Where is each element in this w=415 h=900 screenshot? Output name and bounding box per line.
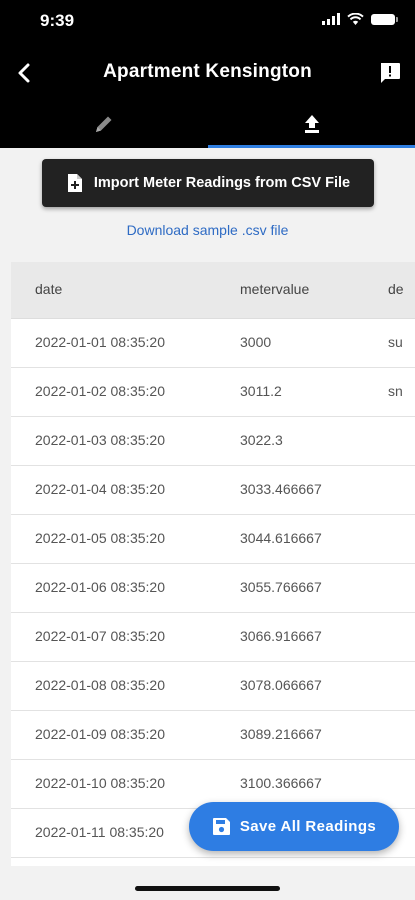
readings-table: date metervalue de 2022-01-01 08:35:20 30… [11, 262, 415, 866]
cell-metervalue: 3100.366667 [240, 775, 322, 791]
wifi-icon [347, 13, 364, 25]
table-row: 2022-01-06 08:35:20 3055.766667 [11, 564, 415, 613]
cell-metervalue: 3000 [240, 334, 272, 350]
cell-metervalue: 3022.3 [240, 432, 283, 448]
status-icons [322, 13, 398, 25]
cell-metervalue: 3066.916667 [240, 628, 322, 644]
cell-date: 2022-01-01 08:35:20 [35, 334, 165, 350]
table-row: 2022-01-05 08:35:20 3044.616667 [11, 515, 415, 564]
table-row: 2022-01-01 08:35:20 3000 su [11, 319, 415, 368]
table-header: date metervalue de [11, 262, 415, 319]
page-title: Apartment Kensington [103, 61, 312, 82]
cell-date: 2022-01-02 08:35:20 [35, 383, 165, 399]
cell-date: 2022-01-11 08:35:20 [35, 824, 164, 840]
import-csv-button[interactable]: Import Meter Readings from CSV File [42, 159, 374, 207]
table-row: 2022-01-03 08:35:20 3022.3 [11, 417, 415, 466]
column-header-description[interactable]: de [388, 281, 404, 297]
home-indicator [135, 886, 280, 891]
cell-date: 2022-01-03 08:35:20 [35, 432, 165, 448]
app-header: 9:39 Apartment Kensington [0, 0, 415, 148]
cell-date: 2022-01-09 08:35:20 [35, 726, 165, 742]
table-row: 2022-01-04 08:35:20 3033.466667 [11, 466, 415, 515]
table-row: 2022-01-09 08:35:20 3089.216667 [11, 711, 415, 760]
column-header-date[interactable]: date [35, 281, 62, 297]
save-all-readings-label: Save All Readings [239, 818, 377, 835]
download-sample-link[interactable]: Download sample .csv file [0, 222, 415, 238]
cell-metervalue: 3055.766667 [240, 579, 322, 595]
cell-date: 2022-01-05 08:35:20 [35, 530, 165, 546]
tab-edit[interactable] [0, 100, 207, 148]
import-csv-label: Import Meter Readings from CSV File [93, 175, 351, 191]
nav-bar: Apartment Kensington [0, 52, 415, 96]
cell-date: 2022-01-06 08:35:20 [35, 579, 165, 595]
table-row: 2022-01-02 08:35:20 3011.2 sn [11, 368, 415, 417]
table-row: 2022-01-07 08:35:20 3066.916667 [11, 613, 415, 662]
tab-indicator [208, 145, 415, 148]
signal-icon [322, 13, 340, 25]
save-icon [212, 818, 230, 835]
cell-metervalue: 3044.616667 [240, 530, 322, 546]
status-time: 9:39 [40, 11, 75, 30]
upload-icon [304, 115, 319, 133]
cell-description: sn [388, 383, 403, 399]
table-row: 2022-01-08 08:35:20 3078.066667 [11, 662, 415, 711]
cell-description: su [388, 334, 403, 350]
tab-bar [0, 100, 415, 148]
cell-date: 2022-01-10 08:35:20 [35, 775, 165, 791]
cell-metervalue: 3089.216667 [240, 726, 322, 742]
file-add-icon [67, 174, 82, 192]
save-all-readings-button[interactable]: Save All Readings [189, 802, 399, 851]
cell-date: 2022-01-04 08:35:20 [35, 481, 165, 497]
column-header-metervalue[interactable]: metervalue [240, 281, 309, 297]
table-body: 2022-01-01 08:35:20 3000 su 2022-01-02 08:3… [11, 319, 415, 858]
battery-icon [371, 13, 398, 25]
feedback-icon[interactable] [378, 61, 402, 85]
cell-date: 2022-01-07 08:35:20 [35, 628, 165, 644]
tab-import[interactable] [208, 100, 415, 148]
cell-metervalue: 3011.2 [240, 383, 282, 399]
cell-metervalue: 3078.066667 [240, 677, 322, 693]
pencil-icon [95, 116, 111, 132]
cell-metervalue: 3033.466667 [240, 481, 322, 497]
cell-date: 2022-01-08 08:35:20 [35, 677, 165, 693]
